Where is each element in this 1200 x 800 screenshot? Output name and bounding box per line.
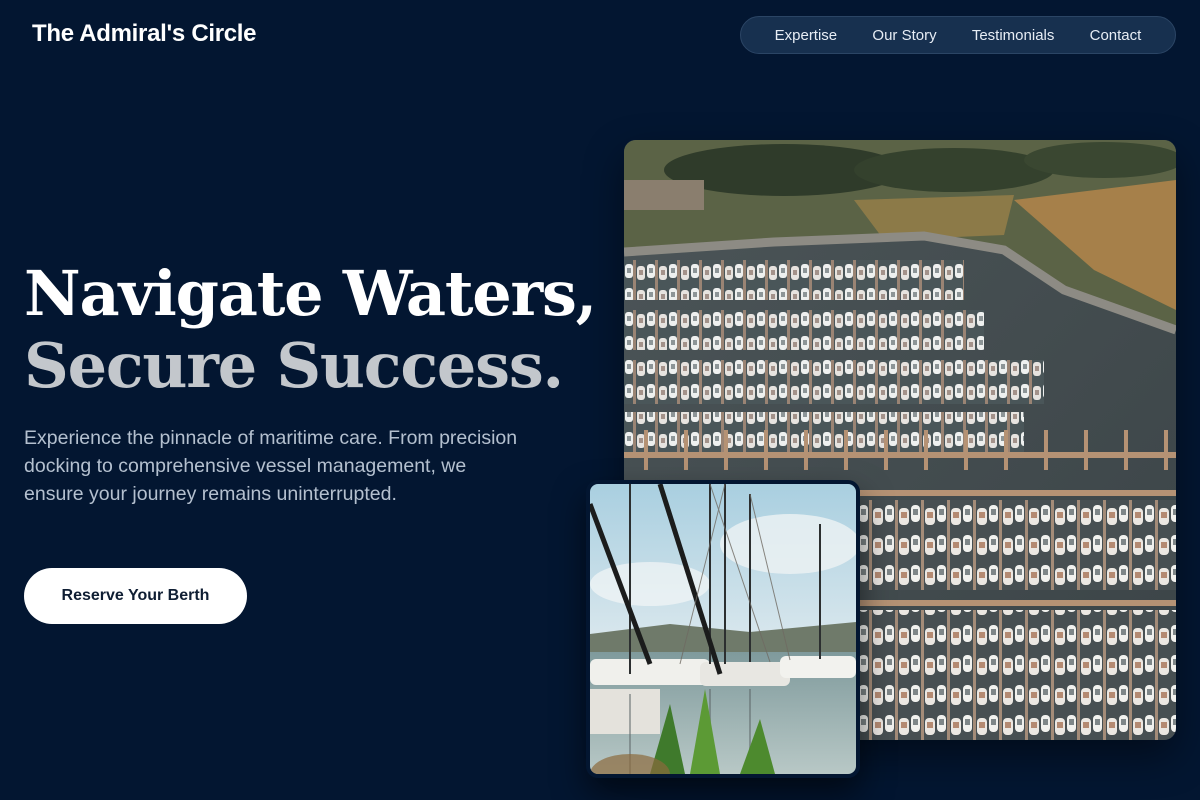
hero-title-line-1: Navigate Waters, xyxy=(24,257,597,330)
nav-link-expertise[interactable]: Expertise xyxy=(775,27,838,44)
nav-link-our-story[interactable]: Our Story xyxy=(872,27,936,44)
main-nav: Expertise Our Story Testimonials Contact xyxy=(740,16,1176,54)
hero-title: Navigate Waters, Secure Success. xyxy=(24,257,597,402)
hero-title-line-2: Secure Success. xyxy=(24,329,564,402)
reserve-berth-button[interactable]: Reserve Your Berth xyxy=(24,568,247,624)
brand-logo[interactable]: The Admiral's Circle xyxy=(32,20,257,48)
nav-link-testimonials[interactable]: Testimonials xyxy=(972,27,1055,44)
sailboat-masts-photo xyxy=(586,480,860,778)
nav-link-contact[interactable]: Contact xyxy=(1090,27,1142,44)
hero-description: Experience the pinnacle of maritime care… xyxy=(24,427,518,505)
